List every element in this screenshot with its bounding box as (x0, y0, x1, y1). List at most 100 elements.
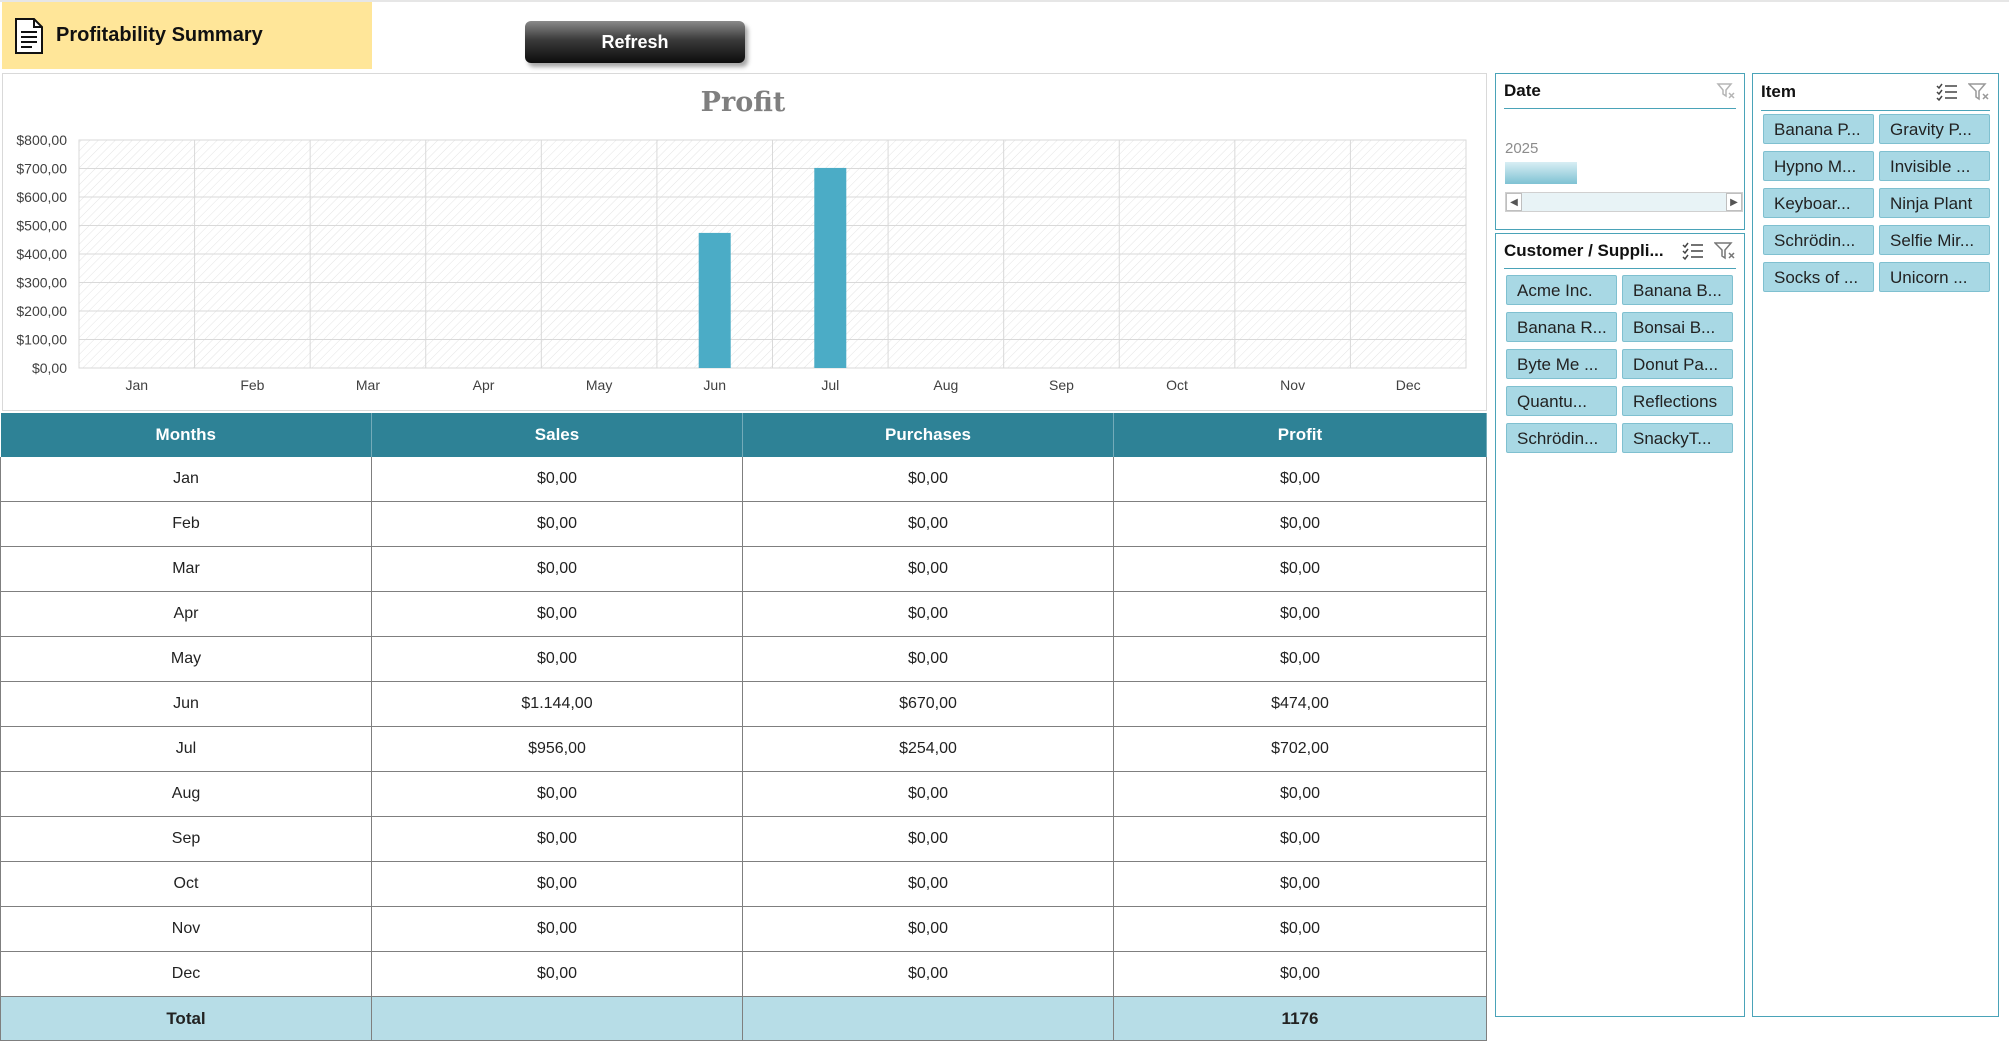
table-cell[interactable]: $0,00 (742, 636, 1114, 682)
clear-filter-icon[interactable] (1716, 81, 1736, 101)
page-title: Profitability Summary (56, 24, 263, 46)
table-cell[interactable]: $0,00 (371, 501, 743, 547)
table-cell[interactable]: Mar (0, 546, 372, 592)
header-profit[interactable]: Profit (1113, 413, 1487, 457)
table-cell[interactable]: $0,00 (742, 906, 1114, 952)
table-cell[interactable]: $1.144,00 (371, 681, 743, 727)
table-cell[interactable]: Nov (0, 906, 372, 952)
timeline-selected-period[interactable] (1505, 162, 1577, 184)
date-timeline-slicer: Date 2025 ◀ ▶ (1495, 73, 1745, 230)
table-row: Jul $956,00 $254,00 $702,00 (0, 726, 1487, 772)
item-slicer-item[interactable]: Keyboar... (1763, 188, 1874, 218)
table-cell[interactable]: Sep (0, 816, 372, 862)
table-cell[interactable]: $0,00 (371, 457, 743, 502)
item-slicer-item[interactable]: Selfie Mir... (1879, 225, 1990, 255)
table-cell[interactable]: $956,00 (371, 726, 743, 772)
item-slicer-item[interactable]: Hypno M... (1763, 151, 1874, 181)
total-cell[interactable] (371, 996, 743, 1041)
table-cell[interactable]: May (0, 636, 372, 682)
table-cell[interactable]: $0,00 (742, 771, 1114, 817)
y-tick-label: $100,00 (16, 332, 67, 348)
customer-slicer-item[interactable]: Reflections (1622, 386, 1733, 416)
table-cell[interactable]: Feb (0, 501, 372, 547)
table-cell[interactable]: $0,00 (371, 771, 743, 817)
refresh-button[interactable]: Refresh (525, 21, 745, 63)
table-cell[interactable]: Jul (0, 726, 372, 772)
table-cell[interactable]: $0,00 (1113, 771, 1487, 817)
table-cell[interactable]: $0,00 (1113, 457, 1487, 502)
item-slicer-item[interactable]: Socks of ... (1763, 262, 1874, 292)
table-cell[interactable]: $0,00 (742, 546, 1114, 592)
item-slicer-item[interactable]: Invisible ... (1879, 151, 1990, 181)
item-slicer-item[interactable]: Unicorn ... (1879, 262, 1990, 292)
table-cell[interactable]: $0,00 (371, 861, 743, 907)
multi-select-icon[interactable] (1682, 241, 1704, 261)
table-cell[interactable]: Dec (0, 951, 372, 997)
customer-slicer-item[interactable]: Schrödin... (1506, 423, 1617, 453)
clear-filter-icon[interactable] (1968, 82, 1990, 102)
scroll-right-icon[interactable]: ▶ (1726, 193, 1742, 211)
table-cell[interactable]: $0,00 (742, 861, 1114, 907)
table-cell[interactable]: Jan (0, 457, 372, 502)
bar-jun[interactable] (698, 232, 731, 368)
customer-slicer-item[interactable]: SnackyT... (1622, 423, 1733, 453)
table-cell[interactable]: $254,00 (742, 726, 1114, 772)
table-cell[interactable]: $0,00 (371, 951, 743, 997)
table-cell[interactable]: $0,00 (742, 501, 1114, 547)
table-cell[interactable]: $0,00 (742, 457, 1114, 502)
table-cell[interactable]: $0,00 (742, 816, 1114, 862)
table-cell[interactable]: $0,00 (1113, 501, 1487, 547)
clear-filter-icon[interactable] (1714, 241, 1736, 261)
total-row: Total 1176 (0, 996, 1487, 1041)
timeline-year-label: 2025 (1505, 140, 1539, 157)
table-cell[interactable]: Jun (0, 681, 372, 727)
table-row: Feb $0,00 $0,00 $0,00 (0, 501, 1487, 547)
total-cell[interactable] (742, 996, 1114, 1041)
bar-jul[interactable] (814, 167, 847, 368)
customer-slicer-item[interactable]: Bonsai B... (1622, 312, 1733, 342)
table-cell[interactable]: Apr (0, 591, 372, 637)
header-purchases[interactable]: Purchases (742, 413, 1114, 457)
item-slicer-item[interactable]: Gravity P... (1879, 114, 1990, 144)
total-label[interactable]: Total (0, 996, 372, 1041)
customer-slicer-item[interactable]: Acme Inc. (1506, 275, 1617, 305)
scroll-left-icon[interactable]: ◀ (1506, 193, 1522, 211)
table-cell[interactable]: $0,00 (742, 951, 1114, 997)
table-cell[interactable]: $0,00 (1113, 816, 1487, 862)
table-cell[interactable]: $0,00 (1113, 546, 1487, 592)
table-cell[interactable]: $0,00 (1113, 951, 1487, 997)
table-cell[interactable]: Oct (0, 861, 372, 907)
table-cell[interactable]: $0,00 (1113, 591, 1487, 637)
header-months[interactable]: Months (0, 413, 372, 457)
table-row: Nov $0,00 $0,00 $0,00 (0, 906, 1487, 952)
table-cell[interactable]: $0,00 (371, 636, 743, 682)
item-slicer-item[interactable]: Schrödin... (1763, 225, 1874, 255)
table-cell[interactable]: $0,00 (742, 591, 1114, 637)
table-cell[interactable]: $0,00 (1113, 861, 1487, 907)
table-cell[interactable]: $474,00 (1113, 681, 1487, 727)
header-sales[interactable]: Sales (371, 413, 743, 457)
table-cell[interactable]: $0,00 (371, 546, 743, 592)
item-slicer-item[interactable]: Ninja Plant (1879, 188, 1990, 218)
customer-slicer-item[interactable]: Banana R... (1506, 312, 1617, 342)
timeline-scrollbar[interactable]: ◀ ▶ (1505, 192, 1743, 212)
table-cell[interactable]: $0,00 (371, 591, 743, 637)
x-tick-label: Nov (1280, 377, 1305, 393)
multi-select-icon[interactable] (1936, 82, 1958, 102)
customer-slicer-item[interactable]: Quantu... (1506, 386, 1617, 416)
table-cell[interactable]: $0,00 (1113, 906, 1487, 952)
table-cell[interactable]: $702,00 (1113, 726, 1487, 772)
table-cell[interactable]: $0,00 (1113, 636, 1487, 682)
x-tick-label: Apr (473, 377, 495, 393)
customer-slicer-item[interactable]: Byte Me ... (1506, 349, 1617, 379)
customer-slicer-item[interactable]: Donut Pa... (1622, 349, 1733, 379)
table-cell[interactable]: Aug (0, 771, 372, 817)
total-cell[interactable]: 1176 (1113, 996, 1487, 1041)
customer-slicer-item[interactable]: Banana B... (1622, 275, 1733, 305)
table-cell[interactable]: $0,00 (371, 816, 743, 862)
item-slicer-item[interactable]: Banana P... (1763, 114, 1874, 144)
table-cell[interactable]: $0,00 (371, 906, 743, 952)
date-slicer-header: Date (1504, 74, 1736, 109)
table-cell[interactable]: $670,00 (742, 681, 1114, 727)
table-row: Oct $0,00 $0,00 $0,00 (0, 861, 1487, 907)
